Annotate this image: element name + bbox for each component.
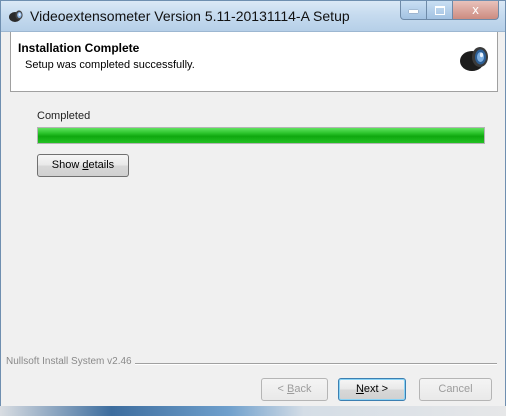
page-title: Installation Complete: [18, 41, 140, 55]
maximize-icon: [434, 6, 445, 15]
setup-window: Videoextensometer Version 5.11-20131114-…: [0, 0, 506, 408]
minimize-button[interactable]: [400, 1, 427, 20]
maximize-button[interactable]: [427, 1, 453, 20]
caption-buttons: x: [400, 1, 499, 21]
close-icon: x: [471, 3, 480, 17]
progress-bar: [37, 127, 485, 144]
taskbar-background: [0, 406, 506, 416]
next-accel: N: [355, 383, 364, 395]
title-bar[interactable]: Videoextensometer Version 5.11-20131114-…: [1, 1, 505, 32]
camera-lens-icon: [460, 47, 488, 71]
next-button[interactable]: Next >: [338, 378, 406, 401]
window-title: Videoextensometer Version 5.11-20131114-…: [30, 8, 350, 24]
page-subtitle: Setup was completed successfully.: [25, 59, 195, 71]
back-label-b: ack: [294, 383, 312, 395]
back-button[interactable]: < Back: [261, 378, 328, 401]
show-details-button[interactable]: Show details: [37, 154, 129, 177]
show-details-label-a: Show: [51, 159, 83, 171]
branding-divider: Nullsoft Install System v2.46: [6, 356, 497, 370]
show-details-label-b: etails: [88, 159, 115, 171]
next-label-b: ext >: [363, 383, 389, 395]
close-button[interactable]: x: [453, 1, 499, 20]
progress-fill: [38, 128, 484, 143]
branding-text: Nullsoft Install System v2.46: [6, 356, 135, 367]
cancel-button[interactable]: Cancel: [419, 378, 492, 401]
back-label-a: <: [277, 383, 287, 395]
status-label: Completed: [37, 110, 91, 122]
wizard-header: Installation Complete Setup was complete…: [10, 32, 498, 92]
camera-lens-icon: [9, 10, 23, 22]
minimize-icon: [409, 10, 418, 13]
